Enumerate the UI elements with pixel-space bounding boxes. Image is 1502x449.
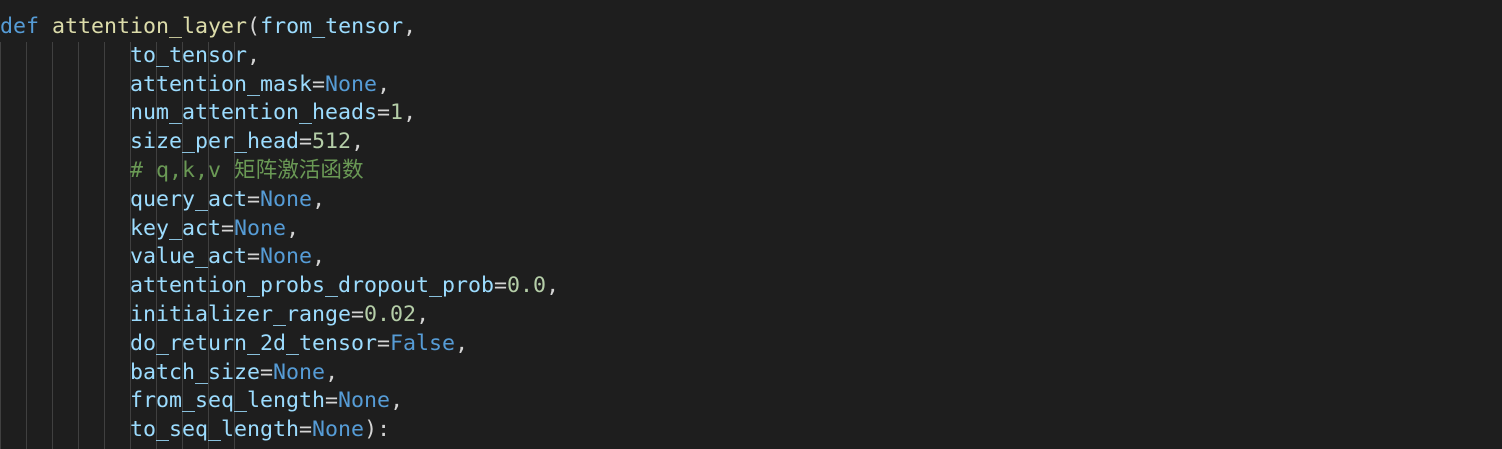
code-token: = (260, 359, 274, 385)
code-token: 1 (390, 100, 404, 126)
code-line[interactable]: size_per_head=512, (0, 128, 559, 157)
code-token: 512 (312, 129, 352, 155)
code-token: to_tensor (130, 42, 248, 68)
code-token: , (390, 388, 404, 414)
code-token: = (247, 186, 261, 212)
code-token: = (377, 330, 391, 356)
code-token: = (494, 273, 508, 299)
code-token: = (247, 244, 261, 270)
code-token: num_attention_heads (130, 100, 378, 126)
code-token: ( (247, 14, 261, 39)
code-token: initializer_range (130, 301, 352, 327)
code-token: , (247, 42, 261, 68)
code-token: = (299, 417, 313, 443)
code-token: , (416, 301, 430, 327)
code-token: attention_layer (52, 14, 248, 39)
code-line[interactable]: do_return_2d_tensor=False, (0, 330, 559, 359)
code-token: None (260, 186, 313, 212)
code-line[interactable]: num_attention_heads=1, (0, 99, 559, 128)
code-token: = (325, 388, 339, 414)
code-line[interactable]: # q,k,v 矩阵激活函数 (0, 157, 559, 186)
code-line[interactable]: to_tensor, (0, 42, 559, 71)
code-line[interactable]: attention_mask=None, (0, 71, 559, 100)
code-token: , (403, 14, 417, 39)
code-token: ): (364, 417, 391, 443)
code-token: , (377, 71, 391, 97)
code-line[interactable]: initializer_range=0.02, (0, 301, 559, 330)
code-token: batch_size (130, 359, 261, 385)
code-content[interactable]: def attention_layer(from_tensor, to_tens… (0, 13, 559, 445)
code-token: , (312, 186, 326, 212)
code-line[interactable]: to_seq_length=None): (0, 416, 559, 445)
code-token: query_act (130, 186, 248, 212)
code-token: , (351, 129, 365, 155)
code-token: None (260, 244, 313, 270)
code-line[interactable]: def attention_layer(from_tensor, (0, 13, 559, 42)
code-token: key_act (130, 215, 222, 241)
code-token: attention_probs_dropout_prob (130, 273, 495, 299)
code-token: attention_mask (130, 71, 313, 97)
code-token: = (221, 215, 235, 241)
code-token: None (234, 215, 287, 241)
code-token: None (338, 388, 391, 414)
code-token: = (351, 301, 365, 327)
code-token: None (273, 359, 326, 385)
code-token: def (0, 14, 40, 39)
code-token: , (325, 359, 339, 385)
code-token: from_seq_length (130, 388, 326, 414)
code-token: 0.02 (364, 301, 417, 327)
code-token: , (455, 330, 469, 356)
code-token: , (286, 215, 300, 241)
code-token: , (312, 244, 326, 270)
code-line[interactable]: key_act=None, (0, 215, 559, 244)
code-token: False (390, 330, 456, 356)
code-line[interactable]: from_seq_length=None, (0, 387, 559, 416)
code-token: to_seq_length (130, 417, 300, 443)
code-editor[interactable]: def attention_layer(from_tensor, to_tens… (0, 0, 1502, 449)
code-token: from_tensor (260, 14, 404, 39)
code-token: , (403, 100, 417, 126)
code-token: = (377, 100, 391, 126)
code-line[interactable]: value_act=None, (0, 243, 559, 272)
code-line[interactable]: query_act=None, (0, 186, 559, 215)
code-token: None (312, 417, 365, 443)
code-token: # q,k,v 矩阵激活函数 (130, 157, 364, 183)
code-line[interactable]: batch_size=None, (0, 359, 559, 388)
code-token: size_per_head (130, 129, 300, 155)
code-token: = (312, 71, 326, 97)
code-token: do_return_2d_tensor (130, 330, 378, 356)
code-line[interactable]: attention_probs_dropout_prob=0.0, (0, 272, 559, 301)
code-token: None (325, 71, 378, 97)
code-token: value_act (130, 244, 248, 270)
code-token: 0.0 (507, 273, 547, 299)
code-token: , (546, 273, 560, 299)
code-token: = (299, 129, 313, 155)
